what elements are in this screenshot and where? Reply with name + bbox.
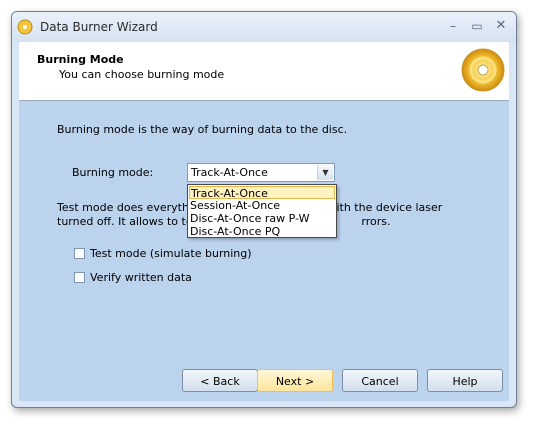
wizard-header: Burning Mode You can choose burning mode xyxy=(19,42,509,101)
verify-checkbox-row[interactable]: Verify written data xyxy=(74,271,192,284)
test-text-line2: turned off. It allows to tes xyxy=(57,215,199,228)
help-button[interactable]: Help xyxy=(427,369,503,392)
burning-mode-label: Burning mode: xyxy=(72,166,154,179)
option-disc-at-once-pq[interactable]: Disc-At-Once PQ xyxy=(189,225,336,238)
test-text-line1: Test mode does everything xyxy=(57,201,206,214)
mode-description: Burning mode is the way of burning data … xyxy=(57,123,348,136)
wizard-content: Burning mode is the way of burning data … xyxy=(19,101,509,401)
cancel-button[interactable]: Cancel xyxy=(342,369,418,392)
test-mode-checkbox-row[interactable]: Test mode (simulate burning) xyxy=(74,247,252,260)
title-bar: Data Burner Wizard – ▭ ✕ xyxy=(12,12,516,42)
chevron-down-icon[interactable]: ▼ xyxy=(317,165,333,180)
selected-mode: Track-At-Once xyxy=(191,166,268,179)
burning-mode-select[interactable]: Track-At-Once ▼ xyxy=(187,163,335,182)
maximize-icon[interactable]: ▭ xyxy=(467,17,487,35)
next-button[interactable]: Next > xyxy=(257,369,333,392)
verify-checkbox[interactable] xyxy=(74,272,85,283)
wizard-window: Data Burner Wizard – ▭ ✕ Burning Mode Yo… xyxy=(11,11,517,408)
close-icon[interactable]: ✕ xyxy=(491,17,511,35)
test-text-line2b: rrors. xyxy=(361,215,391,228)
option-disc-at-once-raw[interactable]: Disc-At-Once raw P-W xyxy=(189,212,336,225)
option-session-at-once[interactable]: Session-At-Once xyxy=(189,199,336,212)
option-track-at-once[interactable]: Track-At-Once xyxy=(189,186,335,200)
page-subtitle: You can choose burning mode xyxy=(59,68,225,81)
disc-icon xyxy=(461,48,505,92)
page-title: Burning Mode xyxy=(37,53,124,66)
test-mode-checkbox[interactable] xyxy=(74,248,85,259)
app-icon xyxy=(17,19,33,35)
back-button[interactable]: < Back xyxy=(182,369,258,392)
burning-mode-dropdown: Track-At-Once Session-At-Once Disc-At-On… xyxy=(187,184,337,238)
minimize-icon[interactable]: – xyxy=(443,17,463,35)
test-mode-label: Test mode (simulate burning) xyxy=(90,247,252,260)
verify-label: Verify written data xyxy=(90,271,192,284)
window-title: Data Burner Wizard xyxy=(40,20,158,34)
